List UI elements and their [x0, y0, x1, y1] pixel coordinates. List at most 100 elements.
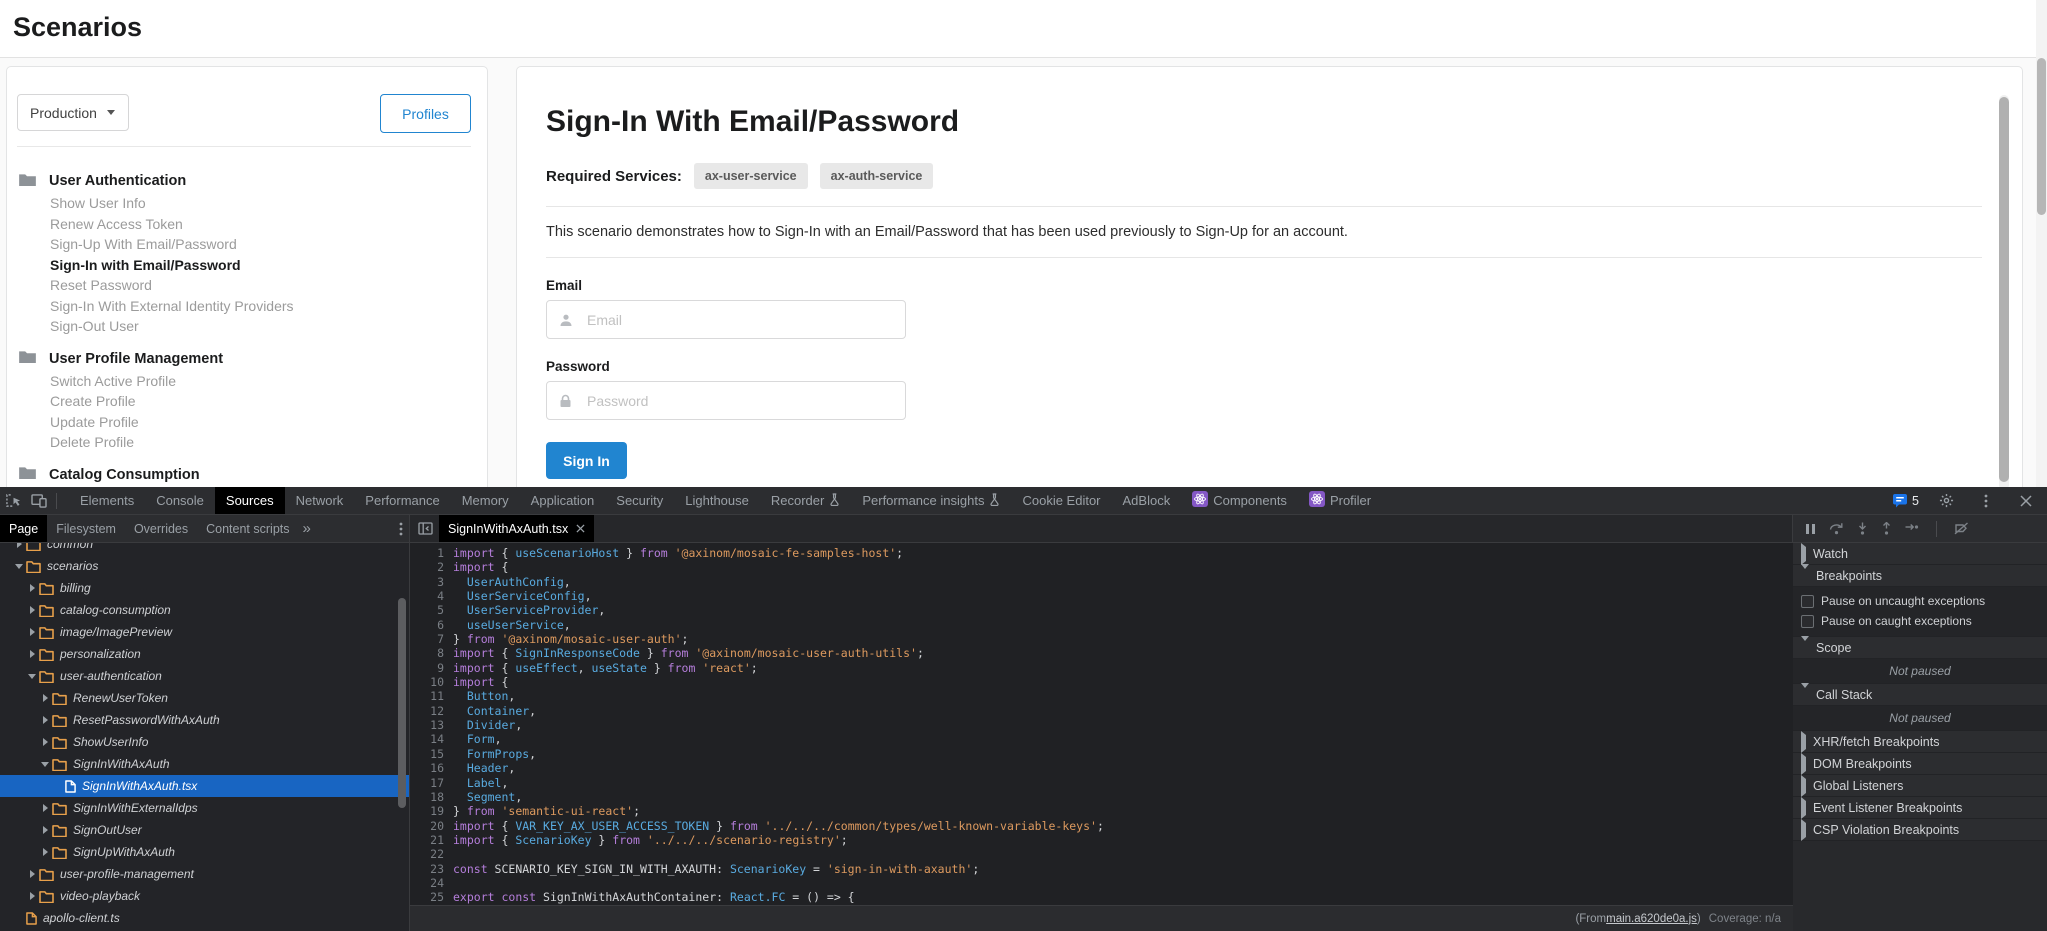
checkbox-icon[interactable] [1801, 615, 1814, 628]
profiles-button[interactable]: Profiles [380, 94, 471, 133]
devtools-tab-elements[interactable]: Elements [69, 487, 145, 514]
devtools-tab-security[interactable]: Security [605, 487, 674, 514]
tree-arrow-collapsed[interactable] [27, 628, 37, 636]
tree-arrow-collapsed[interactable] [27, 892, 37, 900]
sidebar-item-update-profile[interactable]: Update Profile [19, 412, 477, 433]
close-tab-icon[interactable] [576, 524, 585, 533]
devtools-tab-application[interactable]: Application [520, 487, 606, 514]
devtools-tab-adblock[interactable]: AdBlock [1112, 487, 1182, 514]
debugger-section-watch[interactable]: Watch [1793, 543, 2047, 565]
debugger-section-event-listener-breakpoints[interactable]: Event Listener Breakpoints [1793, 797, 2047, 819]
close-icon[interactable] [2013, 488, 2039, 514]
devtools-tab-profiler[interactable]: Profiler [1298, 487, 1382, 514]
tree-arrow-collapsed[interactable] [27, 584, 37, 592]
tree-arrow-collapsed[interactable] [40, 694, 50, 702]
tree-folder-catalog-consumption[interactable]: catalog-consumption [0, 599, 409, 621]
tree-folder-billing[interactable]: billing [0, 577, 409, 599]
checkbox-icon[interactable] [1801, 595, 1814, 608]
debugger-section-breakpoints[interactable]: Breakpoints [1793, 565, 2047, 587]
tree-folder-common[interactable]: common [0, 543, 409, 555]
tree-folder-signinwithexternalidps[interactable]: SignInWithExternalIdps [0, 797, 409, 819]
issues-badge[interactable]: 5 [1893, 494, 1919, 508]
devtools-tab-console[interactable]: Console [145, 487, 215, 514]
sidebar-item-sign-up-with-email-password[interactable]: Sign-Up With Email/Password [19, 234, 477, 255]
sidebar-item-switch-active-profile[interactable]: Switch Active Profile [19, 371, 477, 392]
debugger-section-scope[interactable]: Scope [1793, 637, 2047, 659]
gear-icon[interactable] [1933, 488, 1959, 514]
deactivate-breakpoints-icon[interactable] [1954, 522, 1969, 535]
devtools-tab-performance-insights[interactable]: Performance insights [851, 487, 1011, 514]
devtools-tab-lighthouse[interactable]: Lighthouse [674, 487, 760, 514]
password-input[interactable] [585, 392, 879, 410]
tree-folder-signinwithaxauth[interactable]: SignInWithAxAuth [0, 753, 409, 775]
tree-arrow-expanded[interactable] [40, 762, 50, 767]
editor-file-tab[interactable]: SignInWithAxAuth.tsx [439, 515, 594, 542]
tree-file-apollo-client-ts[interactable]: apollo-client.ts [0, 907, 409, 929]
tree-arrow-collapsed[interactable] [14, 543, 24, 548]
navigator-menu-icon[interactable] [399, 522, 403, 536]
debugger-section-dom-breakpoints[interactable]: DOM Breakpoints [1793, 753, 2047, 775]
tree-arrow-collapsed[interactable] [27, 650, 37, 658]
page-scrollbar-thumb[interactable] [2037, 58, 2046, 215]
navigator-tab-content-scripts[interactable]: Content scripts [197, 515, 298, 542]
sidebar-item-renew-access-token[interactable]: Renew Access Token [19, 214, 477, 235]
sidebar-item-show-user-info[interactable]: Show User Info [19, 193, 477, 214]
sidebar-item-delete-profile[interactable]: Delete Profile [19, 432, 477, 453]
navigator-tab-page[interactable]: Page [0, 515, 47, 542]
tree-folder-personalization[interactable]: personalization [0, 643, 409, 665]
navigator-tab-overrides[interactable]: Overrides [125, 515, 197, 542]
devtools-tab-recorder[interactable]: Recorder [760, 487, 851, 514]
debugger-section-call-stack[interactable]: Call Stack [1793, 684, 2047, 706]
nav-section-header[interactable]: Catalog Consumption [19, 463, 477, 487]
tree-scrollbar-thumb[interactable] [398, 598, 406, 808]
devtools-tab-cookie-editor[interactable]: Cookie Editor [1011, 487, 1111, 514]
sidebar-item-reset-password[interactable]: Reset Password [19, 275, 477, 296]
panel-scrollbar[interactable] [1999, 95, 2009, 487]
devtools-tab-memory[interactable]: Memory [451, 487, 520, 514]
tree-folder-user-profile-management[interactable]: user-profile-management [0, 863, 409, 885]
step-into-icon[interactable] [1857, 522, 1868, 535]
more-options-icon[interactable] [1973, 488, 1999, 514]
tree-folder-renewusertoken[interactable]: RenewUserToken [0, 687, 409, 709]
collapse-navigator-icon[interactable] [418, 522, 433, 535]
navigator-tab-filesystem[interactable]: Filesystem [47, 515, 125, 542]
tree-folder-signoutuser[interactable]: SignOutUser [0, 819, 409, 841]
pause-exceptions-option[interactable]: Pause on uncaught exceptions [1793, 591, 2047, 611]
tree-folder-scenarios[interactable]: scenarios [0, 555, 409, 577]
step-icon[interactable] [1905, 523, 1919, 535]
devtools-tab-components[interactable]: Components [1181, 487, 1298, 514]
sidebar-item-sign-in-with-email-password[interactable]: Sign-In with Email/Password [19, 255, 477, 276]
inspect-element-icon[interactable] [0, 488, 26, 514]
email-input[interactable] [585, 311, 879, 329]
debugger-section-csp-violation-breakpoints[interactable]: CSP Violation Breakpoints [1793, 819, 2047, 841]
tree-arrow-collapsed[interactable] [27, 606, 37, 614]
tree-folder-showuserinfo[interactable]: ShowUserInfo [0, 731, 409, 753]
tree-arrow-collapsed[interactable] [40, 716, 50, 724]
panel-scrollbar-thumb[interactable] [1999, 97, 2009, 482]
pause-script-icon[interactable] [1805, 523, 1816, 535]
debugger-section-xhr-fetch-breakpoints[interactable]: XHR/fetch Breakpoints [1793, 731, 2047, 753]
tree-arrow-collapsed[interactable] [40, 848, 50, 856]
sidebar-item-sign-out-user[interactable]: Sign-Out User [19, 316, 477, 337]
devtools-tab-network[interactable]: Network [285, 487, 355, 514]
tree-arrow-collapsed[interactable] [27, 870, 37, 878]
tree-folder-signupwithaxauth[interactable]: SignUpWithAxAuth [0, 841, 409, 863]
nav-section-header[interactable]: User Profile Management [19, 347, 477, 371]
tree-file-signinwithaxauth-tsx[interactable]: SignInWithAxAuth.tsx [0, 775, 409, 797]
tree-folder-user-authentication[interactable]: user-authentication [0, 665, 409, 687]
tree-arrow-collapsed[interactable] [40, 738, 50, 746]
page-scrollbar[interactable] [2036, 0, 2047, 487]
tree-arrow-collapsed[interactable] [40, 804, 50, 812]
devtools-tab-sources[interactable]: Sources [215, 487, 285, 514]
sign-in-button[interactable]: Sign In [546, 442, 627, 479]
tree-arrow-expanded[interactable] [27, 674, 37, 679]
tree-arrow-collapsed[interactable] [40, 826, 50, 834]
devtools-tab-performance[interactable]: Performance [354, 487, 450, 514]
environment-select[interactable]: Production [17, 94, 129, 131]
nav-section-header[interactable]: User Authentication [19, 169, 477, 193]
sidebar-item-create-profile[interactable]: Create Profile [19, 391, 477, 412]
tree-folder-resetpasswordwithaxauth[interactable]: ResetPasswordWithAxAuth [0, 709, 409, 731]
debugger-section-global-listeners[interactable]: Global Listeners [1793, 775, 2047, 797]
step-over-icon[interactable] [1829, 522, 1844, 535]
device-toolbar-icon[interactable] [26, 488, 52, 514]
